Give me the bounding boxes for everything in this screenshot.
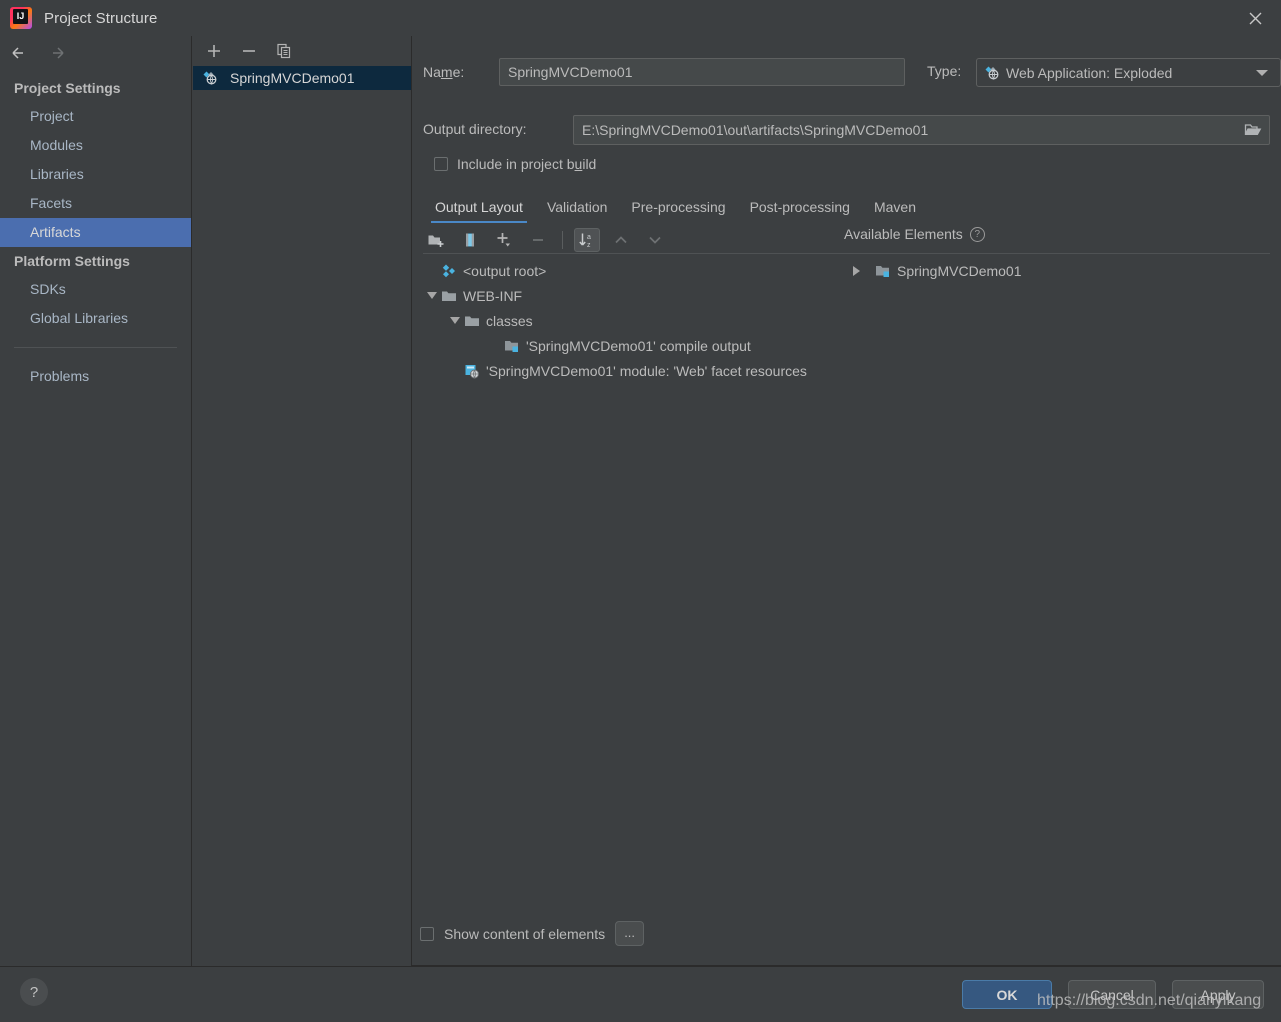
arrow-right-icon[interactable] bbox=[50, 45, 72, 65]
show-content-label: Show content of elements bbox=[444, 925, 606, 942]
sidebar-item-project[interactable]: Project bbox=[0, 102, 191, 131]
tree-twisty-collapsed[interactable] bbox=[848, 265, 864, 276]
artifact-name-input[interactable]: SpringMVCDemo01 bbox=[499, 58, 905, 86]
close-icon[interactable] bbox=[1243, 6, 1267, 30]
checkbox-box bbox=[434, 157, 448, 171]
sidebar-divider bbox=[14, 347, 177, 348]
web-application-exploded-icon bbox=[983, 65, 1001, 81]
sidebar-item-global-libraries[interactable]: Global Libraries bbox=[0, 304, 191, 333]
arrow-down-icon[interactable] bbox=[642, 228, 668, 252]
tree-label: 'SpringMVCDemo01' module: 'Web' facet re… bbox=[486, 362, 807, 379]
artifact-type-select[interactable]: Web Application: Exploded bbox=[976, 58, 1281, 87]
tree-row[interactable]: 'SpringMVCDemo01' compile output bbox=[420, 333, 840, 358]
cancel-button[interactable]: Cancel bbox=[1068, 980, 1156, 1009]
module-output-icon bbox=[503, 339, 521, 353]
remove-element-button[interactable] bbox=[525, 228, 551, 252]
archive-icon[interactable] bbox=[457, 228, 483, 252]
tab-validation[interactable]: Validation bbox=[535, 199, 619, 223]
sidebar-navigation bbox=[0, 36, 191, 74]
arrow-left-icon[interactable] bbox=[10, 45, 32, 65]
available-elements-label: Available Elements bbox=[844, 226, 963, 242]
output-directory-input[interactable]: E:\SpringMVCDemo01\out\artifacts\SpringM… bbox=[573, 115, 1270, 145]
sidebar-group-project-settings: Project Settings bbox=[14, 80, 121, 96]
arrow-up-icon[interactable] bbox=[608, 228, 634, 252]
intellij-idea-logo-icon bbox=[10, 7, 32, 29]
plus-dropdown-icon[interactable] bbox=[491, 228, 517, 252]
list-item[interactable]: SpringMVCDemo01 bbox=[193, 66, 411, 90]
folder-icon bbox=[463, 314, 481, 328]
tab-output-layout[interactable]: Output Layout bbox=[423, 199, 535, 223]
artifact-type-value: Web Application: Exploded bbox=[1006, 64, 1173, 81]
tree-label: SpringMVCDemo01 bbox=[897, 262, 1022, 279]
sidebar-item-modules[interactable]: Modules bbox=[0, 131, 191, 160]
artifact-list-panel: SpringMVCDemo01 bbox=[193, 36, 412, 966]
name-type-row: Name: SpringMVCDemo01 Type: Web Applicat… bbox=[423, 58, 1281, 87]
tree-twisty-expanded[interactable] bbox=[424, 292, 440, 299]
tree-twisty-expanded[interactable] bbox=[447, 317, 463, 324]
tree-label: 'SpringMVCDemo01' compile output bbox=[526, 337, 751, 354]
svg-text:z: z bbox=[587, 242, 591, 249]
artifact-detail-pane: Name: SpringMVCDemo01 Type: Web Applicat… bbox=[412, 36, 1281, 966]
sidebar-group-platform-settings: Platform Settings bbox=[14, 253, 130, 269]
tree-row[interactable]: 'SpringMVCDemo01' module: 'Web' facet re… bbox=[420, 358, 840, 383]
tree-row[interactable]: WEB-INF bbox=[420, 283, 840, 308]
name-label: Name: bbox=[423, 64, 465, 80]
output-layout-tree: <output root> WEB-INF classes 'SpringMVC… bbox=[420, 258, 840, 383]
tree-row[interactable]: <output root> bbox=[420, 258, 840, 283]
type-label: Type: bbox=[927, 63, 962, 79]
settings-sidebar: Project Settings Project Modules Librari… bbox=[0, 36, 192, 966]
svg-text:a: a bbox=[587, 234, 591, 241]
title-bar: Project Structure bbox=[0, 0, 1281, 36]
output-root-icon bbox=[440, 263, 458, 279]
include-in-project-build-label: Include in project build bbox=[457, 156, 597, 172]
tab-maven[interactable]: Maven bbox=[862, 199, 928, 223]
show-content-checkbox[interactable] bbox=[420, 926, 434, 941]
available-elements-tree: SpringMVCDemo01 bbox=[844, 258, 1264, 283]
sort-az-icon[interactable]: a z bbox=[574, 227, 600, 252]
show-content-row: Show content of elements ... bbox=[420, 921, 645, 946]
output-directory-row: Output directory: E:\SpringMVCDemo01\out… bbox=[423, 115, 1270, 145]
output-directory-label: Output directory: bbox=[423, 121, 527, 137]
copy-artifact-button[interactable] bbox=[273, 40, 295, 62]
window-title: Project Structure bbox=[44, 9, 158, 27]
chevron-down-icon bbox=[1256, 69, 1268, 76]
project-structure-dialog: Project Structure Project Settings Proje… bbox=[0, 0, 1281, 1022]
detail-tabs: Output Layout Validation Pre-processing … bbox=[423, 192, 1270, 223]
tree-label: classes bbox=[486, 312, 533, 329]
tree-label: WEB-INF bbox=[463, 287, 523, 304]
folder-open-icon[interactable] bbox=[1238, 117, 1268, 143]
tab-post-processing[interactable]: Post-processing bbox=[738, 199, 862, 223]
more-options-button[interactable]: ... bbox=[615, 921, 645, 946]
web-application-exploded-icon bbox=[201, 70, 219, 86]
artifact-list-toolbar bbox=[193, 36, 411, 66]
include-in-project-build-checkbox[interactable]: Include in project build bbox=[434, 156, 596, 172]
sidebar-item-problems[interactable]: Problems bbox=[0, 362, 191, 391]
sidebar-item-facets[interactable]: Facets bbox=[0, 189, 191, 218]
artifact-name: SpringMVCDemo01 bbox=[230, 70, 355, 86]
web-facet-icon bbox=[463, 363, 481, 379]
help-button[interactable]: ? bbox=[20, 978, 48, 1006]
tree-row[interactable]: classes bbox=[420, 308, 840, 333]
sidebar-item-artifacts[interactable]: Artifacts bbox=[0, 218, 191, 247]
tree-row[interactable]: SpringMVCDemo01 bbox=[844, 258, 1264, 283]
folder-add-icon[interactable] bbox=[423, 228, 449, 252]
sidebar-item-sdks[interactable]: SDKs bbox=[0, 275, 191, 304]
sidebar-item-libraries[interactable]: Libraries bbox=[0, 160, 191, 189]
available-elements-header: Available Elements ? bbox=[844, 226, 985, 242]
tree-label: <output root> bbox=[463, 262, 547, 279]
module-output-icon bbox=[874, 264, 892, 278]
toolbar-separator bbox=[562, 230, 563, 249]
dialog-footer: ? OK Cancel Apply bbox=[0, 966, 1281, 1022]
folder-icon bbox=[440, 289, 458, 303]
apply-button[interactable]: Apply bbox=[1172, 980, 1264, 1009]
add-artifact-button[interactable] bbox=[203, 40, 225, 62]
remove-artifact-button[interactable] bbox=[238, 40, 260, 62]
ok-button[interactable]: OK bbox=[962, 980, 1052, 1009]
tab-pre-processing[interactable]: Pre-processing bbox=[619, 199, 737, 223]
question-mark-icon[interactable]: ? bbox=[969, 226, 985, 242]
